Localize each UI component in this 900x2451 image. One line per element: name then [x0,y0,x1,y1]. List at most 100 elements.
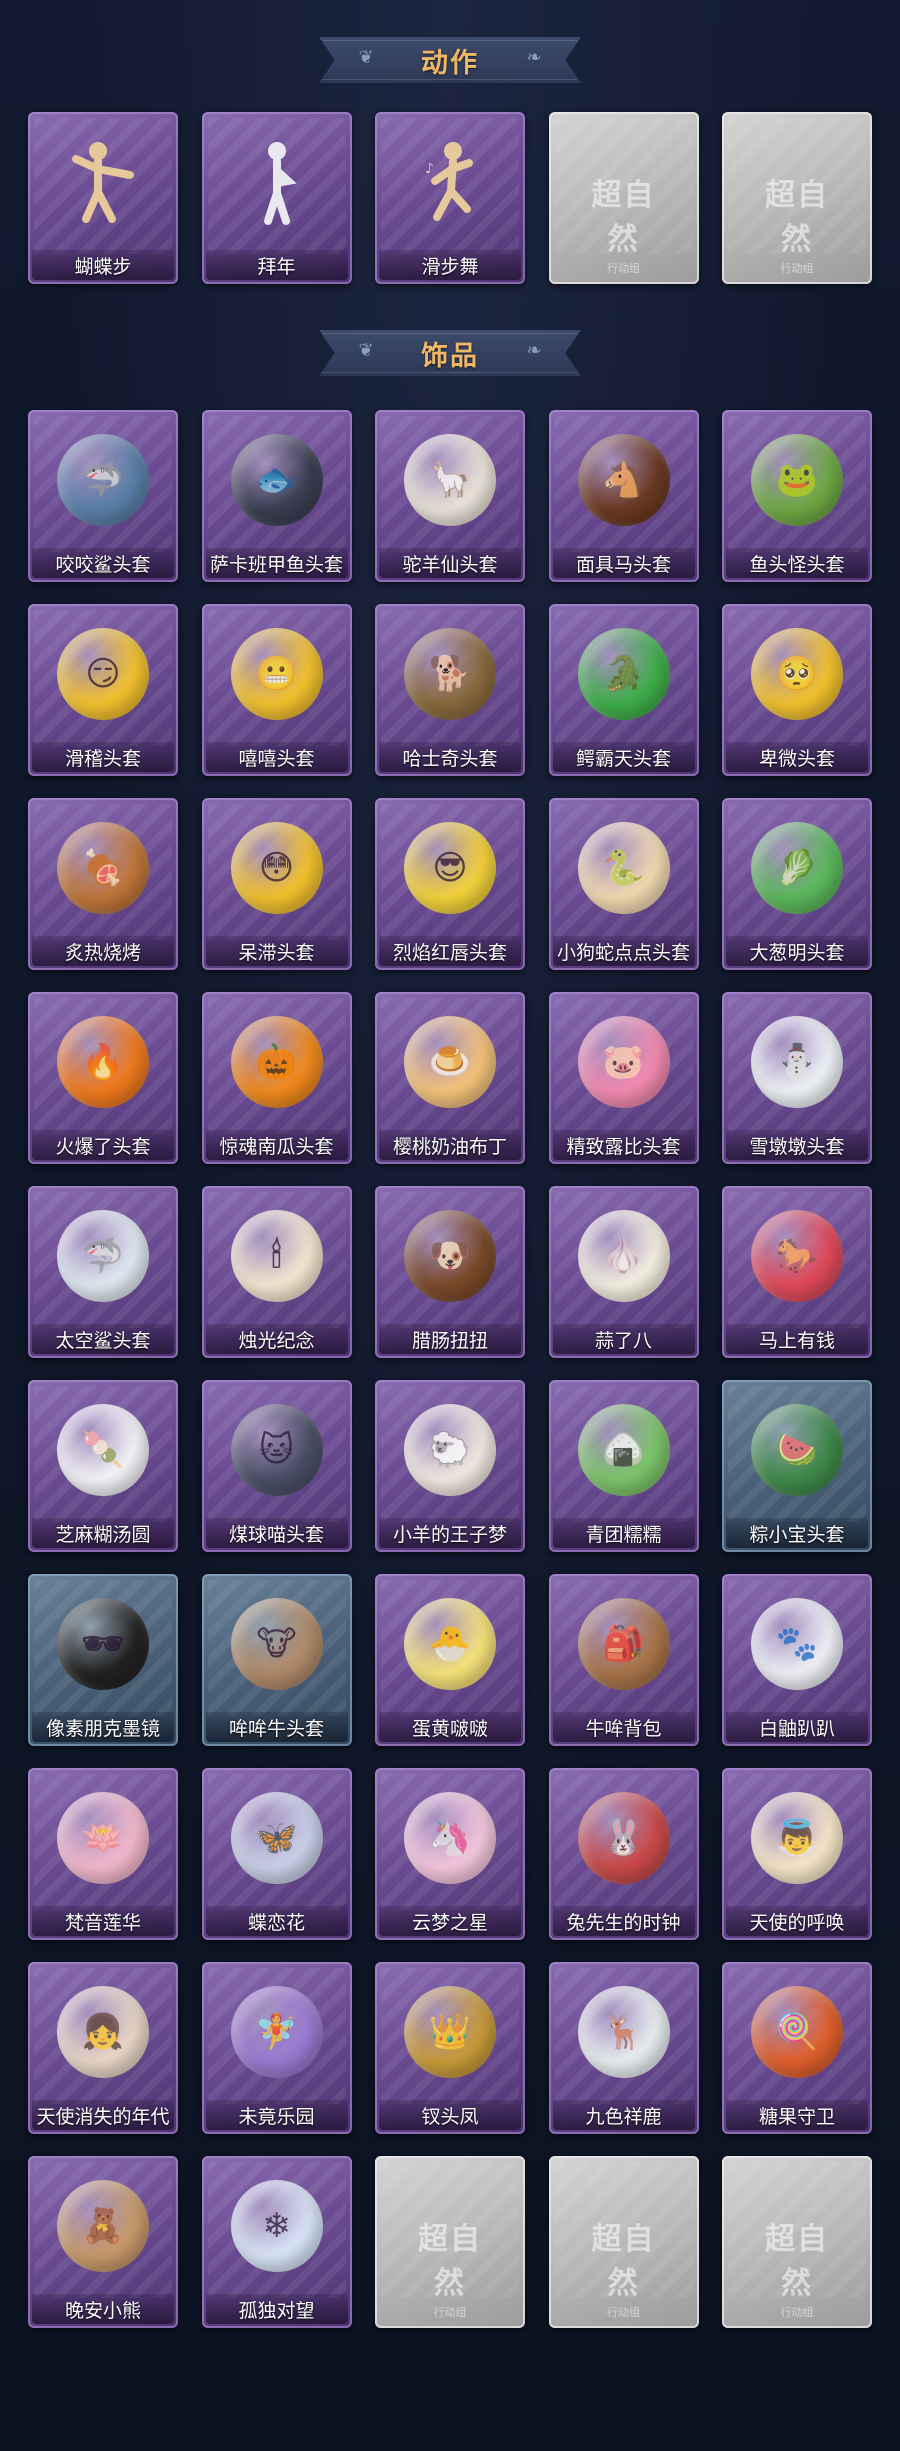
accessory-card[interactable]: 🐣 蛋黄啵啵 [375,1574,525,1746]
action-card[interactable]: ♪ 滑步舞 [375,112,525,284]
accessory-card[interactable]: 🦌 九色祥鹿 [548,1962,699,2134]
empty-slot-card[interactable]: 超自然 行动组 [722,2156,872,2328]
accessory-card[interactable]: 🐴 面具马头套 [548,410,699,582]
accessory-card[interactable]: 🧸 晚安小熊 [28,2156,178,2328]
accessory-card[interactable]: 🍭 糖果守卫 [722,1962,872,2134]
watermark-title: 超自然 [591,2222,656,2301]
item-label-bar: 天使消失的年代 [32,2100,174,2130]
empty-slot-card[interactable]: 超自然 行动组 [722,112,872,284]
space-shark-icon: 🦈 [57,1210,149,1302]
empty-slot-card[interactable]: 超自然 行动组 [548,2156,699,2328]
fish-head-icon: 🐟 [230,434,323,526]
logo-watermark: 超自然 行动组 [760,170,835,276]
accessory-card[interactable]: 🥺 卑微头套 [722,604,872,776]
item-label-bar: 樱桃奶油布丁 [379,1130,521,1160]
accessory-card[interactable]: 🐟 萨卡班甲鱼头套 [201,410,352,582]
accessory-card[interactable]: 🐸 鱼头怪头套 [722,410,872,582]
fireball-head-icon: 🔥 [57,1016,149,1108]
accessory-card[interactable]: 🐎 马上有钱 [722,1186,872,1358]
lotus-fairy-icon: 🪷 [57,1792,149,1884]
pixel-sunglasses-icon: 🕶 [57,1598,149,1690]
accessory-card[interactable]: 👼 天使的呼唤 [722,1768,872,1940]
action-card[interactable]: 拜年 [201,112,352,284]
accessory-card[interactable]: ⛄ 雪墩墩头套 [722,992,872,1164]
item-name: 拜年 [257,255,296,278]
accessory-card[interactable]: 🧚 未竟乐园 [201,1962,352,2134]
accessory-card[interactable]: 🍙 青团糯糯 [548,1380,699,1552]
accessory-card[interactable]: 🎒 牛哞背包 [548,1574,699,1746]
paradise-girl-icon: 🧚 [230,1986,323,2078]
item-name: 蝴蝶步 [74,255,132,278]
accessory-card[interactable]: 🕶 像素朋克墨镜 [28,1574,178,1746]
accessory-card[interactable]: 🐶 腊肠扭扭 [375,1186,525,1358]
item-label-bar: 芝麻糊汤圆 [32,1518,174,1548]
item-label-bar: 糖果守卫 [726,2100,868,2130]
item-label-bar: 精致露比头套 [552,1130,695,1160]
accessory-card[interactable]: 🦈 太空鲨头套 [28,1186,178,1358]
lonely-gaze-icon: ❄ [230,2180,323,2272]
accessory-card[interactable]: 🦄 云梦之星 [375,1768,525,1940]
swirl-ornament-icon: ❧ [526,47,542,68]
item-label-bar: 孤独对望 [205,2294,348,2324]
watermark-title: 超自然 [765,2222,829,2301]
accessory-card[interactable]: 🐰 兔先生的时钟 [548,1768,699,1940]
accessory-card[interactable]: 🐷 精致露比头套 [548,992,699,1164]
accessory-card[interactable]: ❄ 孤独对望 [201,2156,352,2328]
empty-slot-card[interactable]: 超自然 行动组 [375,2156,525,2328]
empty-slot-card[interactable]: 超自然 行动组 [548,112,699,284]
tangyuan-icon: 🍡 [57,1404,149,1496]
accessory-card[interactable]: 🦙 驼羊仙头套 [375,410,525,582]
item-label-bar: 哈士奇头套 [379,742,521,772]
item-name: 蝶恋花 [247,1911,305,1934]
accessory-card[interactable]: 🎃 惊魂南瓜头套 [201,992,352,1164]
accessory-card[interactable]: 😳 呆滞头套 [201,798,352,970]
accessory-card[interactable]: 👑 钗头凤 [375,1962,525,2134]
accessory-card[interactable]: 🦋 蝶恋花 [201,1768,352,1940]
accessory-card[interactable]: 🐱 煤球喵头套 [201,1380,352,1552]
accessory-card[interactable]: 🔥 火爆了头套 [28,992,178,1164]
accessories-grid: 🦈 咬咬鲨头套 🐟 萨卡班甲鱼头套 🦙 驼羊仙头套 🐴 面具马头套 🐸 鱼头怪头套 😏 滑稽头套 😬 嘻嘻… [28,410,872,2328]
item-name: 青团糯糯 [585,1523,662,1546]
section-banner: ❦ 动作 ❧ [319,37,581,83]
crocodile-head-icon: 🐊 [577,628,670,720]
pudding-icon: 🍮 [404,1016,496,1108]
accessory-card[interactable]: 😎 烈焰红唇头套 [375,798,525,970]
zongzi-icon: 🍉 [751,1404,843,1496]
item-label-bar: 未竟乐园 [205,2100,348,2130]
item-name: 哈士奇头套 [402,747,498,770]
accessory-card[interactable]: 🥬 大葱明头套 [722,798,872,970]
accessory-card[interactable]: 👧 天使消失的年代 [28,1962,178,2134]
accessory-card[interactable]: 🐊 鳄霸天头套 [548,604,699,776]
accessory-card[interactable]: 🪷 梵音莲华 [28,1768,178,1940]
funny-face-icon: 😏 [57,628,149,720]
rabbit-clock-icon: 🐰 [577,1792,670,1884]
item-label-bar: 太空鲨头套 [32,1324,174,1354]
accessory-card[interactable]: 🦈 咬咬鲨头套 [28,410,178,582]
cat-head-icon: 🐱 [230,1404,323,1496]
watermark-subtitle: 行动组 [780,262,814,275]
item-label-bar: 鱼头怪头套 [726,548,868,578]
accessory-card[interactable]: 🧄 蒜了八 [548,1186,699,1358]
accessory-card[interactable]: 😏 滑稽头套 [28,604,178,776]
accessory-card[interactable]: 🍡 芝麻糊汤圆 [28,1380,178,1552]
accessory-card[interactable]: 🐍 小狗蛇点点头套 [548,798,699,970]
accessory-card[interactable]: 🕯 烛光纪念 [201,1186,352,1358]
pumpkin-head-icon: 🎃 [230,1016,323,1108]
watermark-title: 超自然 [418,2222,482,2301]
section-title: 饰品 [421,340,479,372]
accessory-card[interactable]: 🐾 白鼬趴趴 [722,1574,872,1746]
ermine-icon: 🐾 [751,1598,843,1690]
action-card[interactable]: 蝴蝶步 [28,112,178,284]
item-name: 孤独对望 [238,2299,315,2322]
watermark-subtitle: 行动组 [607,2306,640,2319]
accessory-card[interactable]: 🐑 小羊的王子梦 [375,1380,525,1552]
item-label-bar: 滑步舞 [379,250,521,280]
accessory-card[interactable]: 🍖 炙热烧烤 [28,798,178,970]
accessory-card[interactable]: 🐮 哞哞牛头套 [201,1574,352,1746]
item-label-bar: 火爆了头套 [32,1130,174,1160]
item-name: 樱桃奶油布丁 [392,1135,507,1158]
accessory-card[interactable]: 🍉 粽小宝头套 [722,1380,872,1552]
accessory-card[interactable]: 🐕 哈士奇头套 [375,604,525,776]
accessory-card[interactable]: 😬 嘻嘻头套 [201,604,352,776]
accessory-card[interactable]: 🍮 樱桃奶油布丁 [375,992,525,1164]
